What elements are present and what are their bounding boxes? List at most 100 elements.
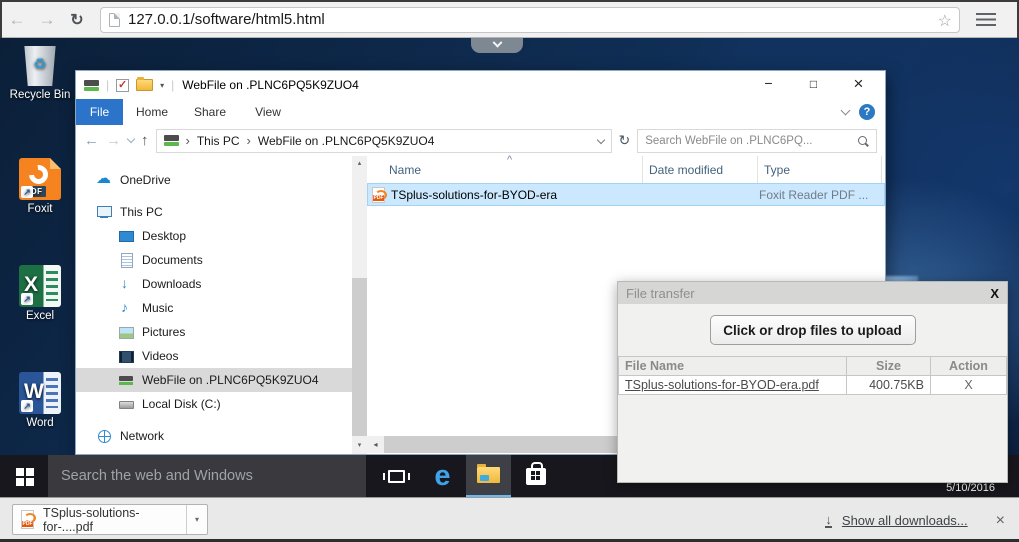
downloads-bar-right: ↓ Show all downloads... × (825, 498, 1005, 542)
spacer (76, 416, 352, 424)
sidebar-item-label: Desktop (142, 229, 186, 243)
sidebar-item-webfile[interactable]: WebFile on .PLNC6PQ5K9ZUO4 (76, 368, 352, 392)
qat-dropdown-icon[interactable]: ▾ (160, 81, 164, 90)
address-bar[interactable]: ☆ (100, 7, 960, 33)
taskbar-search[interactable] (48, 455, 366, 497)
minimize-button[interactable]: − (746, 73, 791, 97)
folder-icon (477, 467, 500, 483)
dialog-titlebar[interactable]: File transfer X (618, 282, 1007, 304)
file-row[interactable]: PDF TSplus-solutions-for-BYOD-era Foxit … (367, 183, 885, 206)
ribbon-collapse-icon[interactable] (841, 106, 851, 116)
browser-back-button[interactable]: ← (2, 10, 32, 30)
upload-button[interactable]: Click or drop files to upload (710, 315, 916, 345)
properties-check-icon[interactable]: ✓ (116, 79, 129, 92)
sidebar-item-documents[interactable]: Documents (76, 248, 352, 272)
breadcrumb-chevron-icon: › (247, 133, 251, 148)
explorer-address-row: ← → ↑ › This PC › WebFile on .PLNC6PQ5K9… (76, 125, 885, 156)
sheet-lines-icon (46, 271, 58, 301)
file-transfer-dialog: File transfer X Click or drop files to u… (617, 281, 1008, 483)
column-header-name[interactable]: Name (367, 156, 643, 183)
scroll-down-icon[interactable]: ▾ (352, 438, 367, 454)
edge-button[interactable]: e (420, 455, 465, 497)
explorer-titlebar[interactable]: | ✓ ▾ | WebFile on .PLNC6PQ5K9ZUO4 − □ × (76, 71, 885, 99)
help-button[interactable]: ? (859, 104, 875, 120)
nav-up-button[interactable]: ↑ (141, 132, 149, 149)
remote-desktop: ♻ Recycle Bin PDF ↗ Foxit X ↗ Excel W (0, 38, 1019, 497)
column-header-type[interactable]: Type (758, 156, 882, 183)
foxit-pdf-file-icon: PDF (372, 187, 385, 203)
bookmark-star-icon[interactable]: ☆ (938, 11, 952, 31)
maximize-button[interactable]: □ (791, 73, 836, 97)
sidebar-item-downloads[interactable]: ↓ Downloads (76, 272, 352, 296)
nav-forward-button[interactable]: → (106, 132, 121, 149)
sidebar-item-videos[interactable]: Videos (76, 344, 352, 368)
navigation-pane: ☁ OneDrive This PC Desktop Documents ↓ (76, 156, 352, 454)
scroll-left-icon[interactable]: ◂ (367, 436, 384, 453)
document-icon (118, 252, 134, 268)
explorer-search-input[interactable] (645, 135, 857, 147)
address-dropdown-icon[interactable] (596, 135, 604, 143)
foxit-swirl-icon (25, 161, 52, 188)
network-drive-icon (118, 372, 134, 388)
scroll-up-icon[interactable]: ▴ (352, 156, 367, 172)
desktop-icon-foxit[interactable]: PDF ↗ Foxit (2, 154, 78, 215)
tab-file[interactable]: File (76, 99, 123, 125)
task-view-button[interactable] (374, 455, 419, 497)
download-chip-dropdown-icon[interactable]: ▾ (186, 505, 207, 534)
tab-view[interactable]: View (239, 99, 297, 125)
header-file-name: File Name (619, 357, 847, 376)
browser-reload-button[interactable]: ↻ (62, 10, 92, 30)
sidebar-item-pictures[interactable]: Pictures (76, 320, 352, 344)
breadcrumb-item-this-pc[interactable]: This PC (197, 134, 240, 148)
sidebar-item-label: Pictures (142, 325, 185, 339)
desktop-icon-excel[interactable]: X ↗ Excel (2, 261, 78, 322)
store-bag-icon (526, 468, 546, 485)
browser-menu-icon[interactable] (976, 13, 996, 27)
spacer (76, 192, 352, 200)
sidebar-item-network[interactable]: Network (76, 424, 352, 448)
downloads-bar-close-icon[interactable]: × (996, 512, 1005, 530)
sidebar-item-label: This PC (120, 205, 163, 219)
session-toolbar-pulltab[interactable] (471, 38, 523, 53)
pdf-tag: PDF (373, 195, 384, 201)
refresh-button[interactable]: ↻ (619, 132, 631, 149)
tab-home[interactable]: Home (123, 99, 181, 125)
doc-lines-icon (46, 378, 58, 408)
windows-logo-icon (16, 468, 24, 476)
new-folder-icon[interactable] (136, 79, 153, 91)
show-all-downloads-link[interactable]: Show all downloads... (842, 513, 968, 528)
column-header-date-modified[interactable]: Date modified (643, 156, 758, 183)
taskbar-date[interactable]: 5/10/2016 (946, 482, 995, 494)
sidebar-item-this-pc[interactable]: This PC (76, 200, 352, 224)
sidebar-item-label: Downloads (142, 277, 201, 291)
file-explorer-button[interactable] (466, 455, 511, 497)
sidebar-item-label: Local Disk (C:) (142, 397, 221, 411)
download-chip[interactable]: PDF TSplus-solutions-for-....pdf ▾ (12, 504, 208, 535)
close-button[interactable]: × (836, 73, 881, 97)
taskbar-search-input[interactable] (48, 455, 366, 497)
sidebar-item-music[interactable]: ♪ Music (76, 296, 352, 320)
downloads-bar: PDF TSplus-solutions-for-....pdf ▾ ↓ Sho… (0, 497, 1019, 542)
breadcrumb[interactable]: › This PC › WebFile on .PLNC6PQ5K9ZUO4 (156, 129, 612, 153)
sidebar-item-desktop[interactable]: Desktop (76, 224, 352, 248)
browser-forward-button[interactable]: → (32, 10, 62, 30)
transfer-remove-button[interactable]: X (931, 376, 1007, 395)
explorer-search[interactable] (637, 129, 877, 153)
sidebar-scrollbar[interactable]: ▴ ▾ (352, 156, 367, 454)
url-input[interactable] (128, 11, 929, 28)
sidebar-item-onedrive[interactable]: ☁ OneDrive (76, 168, 352, 192)
desktop-icon-word[interactable]: W ↗ Word (2, 368, 78, 429)
nav-back-button[interactable]: ← (84, 132, 99, 149)
tab-share[interactable]: Share (181, 99, 239, 125)
sidebar-item-local-disk[interactable]: Local Disk (C:) (76, 392, 352, 416)
store-button[interactable] (513, 455, 558, 497)
nav-history-dropdown-icon[interactable] (127, 135, 135, 143)
scrollbar-thumb[interactable] (352, 278, 367, 436)
breadcrumb-item-webfile[interactable]: WebFile on .PLNC6PQ5K9ZUO4 (258, 134, 435, 148)
desktop-icon (118, 228, 134, 244)
transfer-file-link[interactable]: TSplus-solutions-for-BYOD-era.pdf (625, 378, 819, 392)
column-headers: Name Date modified Type ^ (367, 156, 885, 183)
start-button[interactable] (0, 455, 48, 497)
dialog-close-button[interactable]: X (990, 286, 999, 301)
desktop-icon-recycle-bin[interactable]: ♻ Recycle Bin (2, 40, 78, 101)
